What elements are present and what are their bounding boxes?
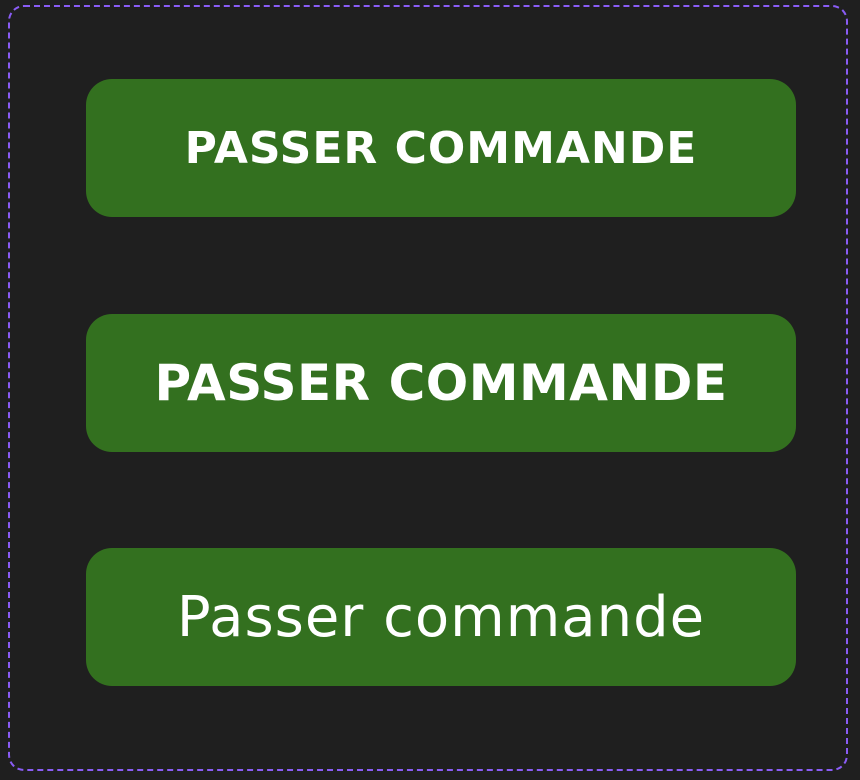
passer-commande-button-uppercase[interactable]: PASSER COMMANDE (86, 79, 796, 217)
passer-commande-button-sentence-case[interactable]: Passer commande (86, 548, 796, 686)
passer-commande-button-uppercase-heavy[interactable]: PASSER COMMANDE (86, 314, 796, 452)
component-preview-frame: PASSER COMMANDE PASSER COMMANDE Passer c… (8, 5, 848, 771)
